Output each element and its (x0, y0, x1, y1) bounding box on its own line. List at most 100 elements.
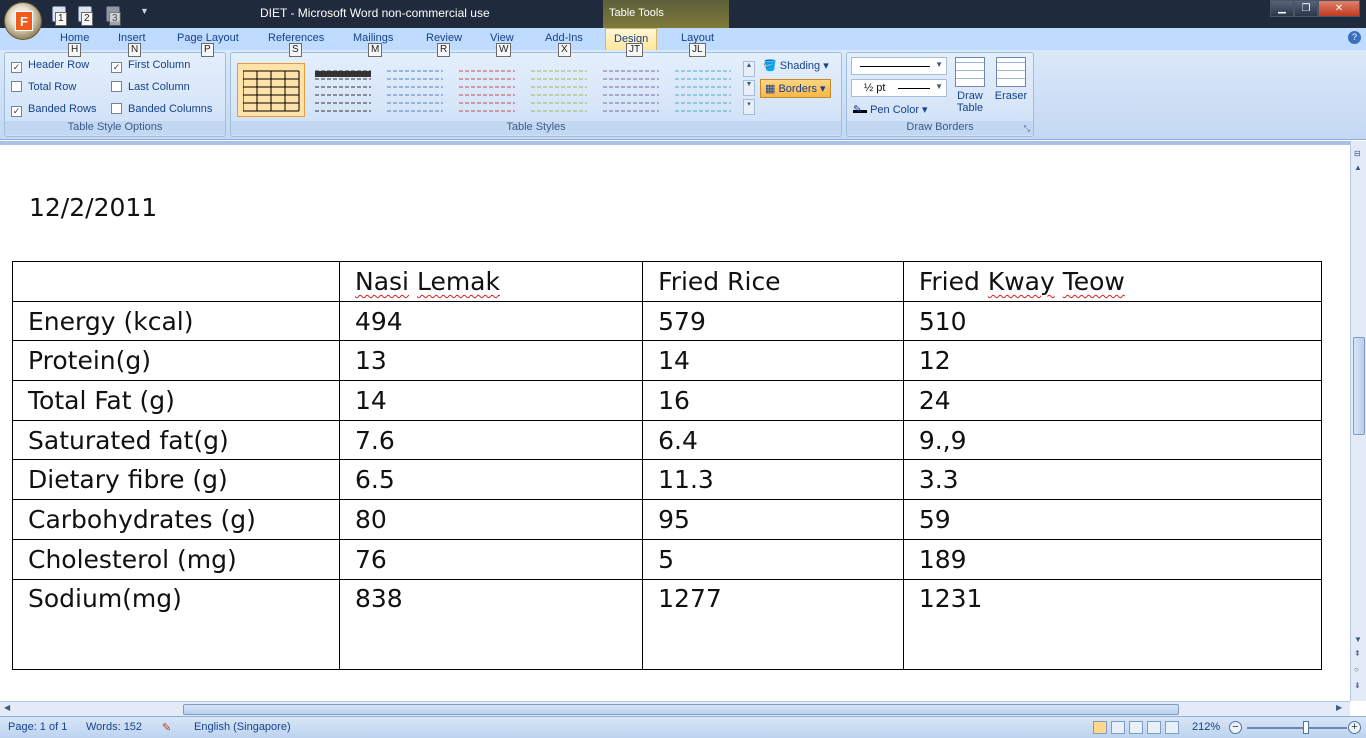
scroll-left-icon[interactable]: ◀ (4, 703, 10, 712)
language-indicator[interactable]: English (Singapore) (194, 721, 291, 733)
banded-columns-checkbox[interactable]: Banded Columns (111, 103, 212, 115)
table-cell[interactable]: 510 (902, 300, 1323, 342)
table-cell[interactable]: 1277 (642, 578, 904, 670)
cell-text: 579 (658, 306, 706, 336)
table-header-cell[interactable] (12, 261, 340, 302)
scroll-right-icon[interactable]: ▶ (1336, 703, 1342, 712)
proofing-icon[interactable]: ✎ (162, 721, 171, 734)
table-style-swatch[interactable] (597, 63, 665, 117)
table-cell[interactable]: 59 (902, 499, 1323, 540)
customize-qat-arrow-icon[interactable]: ▼ (140, 6, 149, 16)
table-cell[interactable]: 24 (902, 380, 1323, 421)
office-button[interactable]: F (4, 2, 42, 40)
table-cell[interactable]: 494 (338, 300, 644, 342)
vertical-scroll-thumb[interactable] (1353, 337, 1365, 435)
word-count[interactable]: Words: 152 (86, 721, 142, 733)
draft-view-icon[interactable] (1165, 721, 1179, 734)
print-layout-view-icon[interactable] (1093, 721, 1107, 734)
first-column-checkbox[interactable]: ✓ First Column (111, 59, 190, 73)
table-cell[interactable]: 1231 (902, 578, 1323, 670)
horizontal-scroll-thumb[interactable] (183, 704, 1179, 715)
table-cell[interactable]: 838 (338, 578, 644, 670)
pen-color-button[interactable]: ✎ Pen Color ▾ (853, 103, 928, 116)
draw-table-button[interactable]: Draw Table (953, 57, 987, 114)
horizontal-scrollbar[interactable]: ◀ ▶ (0, 701, 1350, 716)
table-cell[interactable]: 13 (338, 340, 644, 382)
header-row-checkbox[interactable]: ✓ Header Row (11, 59, 89, 73)
gallery-more-icon[interactable]: ▾ (743, 99, 755, 115)
cell-text: 13 (355, 346, 387, 376)
table-cell[interactable]: 76 (338, 538, 644, 580)
table-row-label[interactable]: Dietary fibre (g) (12, 459, 340, 501)
table-cell[interactable]: 579 (642, 300, 904, 342)
vertical-scrollbar[interactable]: ⊟ ▲ ▼ ⇞ ○ ⇟ (1350, 141, 1366, 701)
next-page-icon[interactable]: ⇟ (1354, 681, 1361, 690)
table-cell[interactable]: 12 (902, 340, 1323, 382)
table-cell[interactable]: 3.3 (902, 459, 1323, 501)
table-style-swatch[interactable] (669, 63, 737, 117)
close-button[interactable]: ✕ (1318, 0, 1360, 17)
table-cell[interactable]: 9.,9 (902, 419, 1323, 461)
table-style-swatch[interactable] (381, 63, 449, 117)
gallery-down-arrow-icon[interactable]: ▼ (743, 80, 755, 96)
table-row-label[interactable]: Sodium(mg) (12, 578, 340, 670)
borders-button[interactable]: ▦ Borders ▾ (760, 79, 831, 98)
table-header-cell[interactable]: Fried Kway Teow (902, 261, 1323, 302)
table-row-label[interactable]: Energy (kcal) (12, 300, 340, 342)
ruler-toggle-icon[interactable]: ⊟ (1354, 149, 1361, 158)
shading-button[interactable]: 🪣 Shading ▾ (763, 59, 829, 72)
table-cell[interactable]: 80 (338, 499, 644, 540)
full-screen-reading-view-icon[interactable] (1111, 721, 1125, 734)
table-cell[interactable]: 14 (642, 340, 904, 382)
table-row-label[interactable]: Total Fat (g) (12, 380, 340, 421)
web-layout-view-icon[interactable] (1129, 721, 1143, 734)
zoom-in-icon[interactable]: + (1348, 721, 1361, 734)
browse-object-icon[interactable]: ○ (1354, 665, 1359, 674)
table-style-swatch[interactable] (525, 63, 593, 117)
table-cell[interactable]: 5 (642, 538, 904, 580)
dialog-launcher-icon[interactable]: ⤡ (1024, 124, 1030, 134)
eraser-button[interactable]: Eraser (993, 57, 1029, 102)
scroll-up-icon[interactable]: ▲ (1354, 163, 1362, 172)
previous-page-icon[interactable]: ⇞ (1354, 649, 1361, 658)
zoom-level[interactable]: 212% (1192, 721, 1220, 733)
table-style-preview-icon (603, 70, 659, 112)
table-style-swatch[interactable] (453, 63, 521, 117)
line-weight-select[interactable]: ½ pt ▼ (851, 79, 947, 97)
zoom-slider-thumb[interactable] (1303, 721, 1309, 734)
gallery-up-arrow-icon[interactable]: ▲ (743, 61, 755, 77)
table-row-label[interactable]: Cholesterol (mg) (12, 538, 340, 580)
table-cell[interactable]: 11.3 (642, 459, 904, 501)
table-cell[interactable]: 6.5 (338, 459, 644, 501)
banded-rows-checkbox[interactable]: ✓ Banded Rows (11, 103, 97, 117)
table-style-swatch[interactable] (309, 63, 377, 117)
table-cell[interactable]: 16 (642, 380, 904, 421)
table-row-label[interactable]: Saturated fat(g) (12, 419, 340, 461)
line-style-select[interactable]: ▼ (851, 57, 947, 75)
minimize-button[interactable]: ▁ (1270, 0, 1294, 17)
table-header-cell[interactable]: Fried Rice (642, 261, 904, 302)
outline-view-icon[interactable] (1147, 721, 1161, 734)
table-row-label[interactable]: Protein(g) (12, 340, 340, 382)
table-row-label[interactable]: Carbohydrates (g) (12, 499, 340, 540)
table-header-cell[interactable]: Nasi Lemak (338, 261, 644, 302)
last-column-checkbox[interactable]: Last Column (111, 81, 190, 93)
keytip-references: S (289, 43, 302, 57)
table-cell[interactable]: 6.4 (642, 419, 904, 461)
cell-text: 12 (918, 346, 951, 376)
zoom-slider-track[interactable] (1247, 727, 1347, 729)
nutrition-table[interactable]: Nasi Lemak Fried Rice Fried Kway Teow Energ… (12, 261, 1323, 670)
total-row-checkbox[interactable]: Total Row (11, 81, 76, 93)
shading-bucket-icon: 🪣 (763, 60, 777, 72)
table-cell[interactable]: 189 (902, 538, 1323, 580)
restore-button[interactable]: ❐ (1294, 0, 1318, 17)
table-cell[interactable]: 95 (642, 499, 904, 540)
table-cell[interactable]: 14 (338, 380, 644, 421)
document-canvas[interactable]: 12/2/2011 Nasi Lemak Fried Rice Fried Kway… (0, 141, 1350, 701)
table-style-swatch[interactable] (237, 63, 305, 117)
help-icon[interactable]: ? (1348, 31, 1361, 44)
table-cell[interactable]: 7.6 (338, 419, 644, 461)
scroll-down-icon[interactable]: ▼ (1354, 635, 1362, 644)
zoom-out-icon[interactable]: − (1229, 721, 1242, 734)
page-count[interactable]: Page: 1 of 1 (8, 721, 67, 733)
